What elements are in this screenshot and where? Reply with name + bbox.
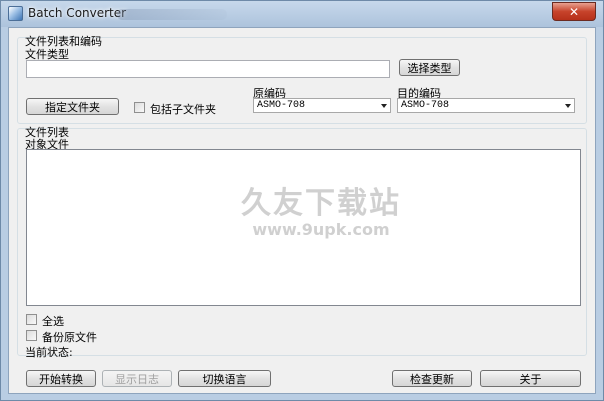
app-icon	[8, 6, 23, 21]
backup-original-label: 备份原文件	[42, 331, 97, 344]
about-button[interactable]: 关于	[480, 370, 581, 387]
select-all-checkbox[interactable]	[26, 314, 37, 325]
select-all-label: 全选	[42, 315, 64, 328]
show-log-button[interactable]: 显示日志	[102, 370, 172, 387]
select-type-button[interactable]: 选择类型	[399, 59, 460, 76]
chevron-down-icon	[565, 104, 571, 108]
watermark-main: 久友下载站	[241, 186, 401, 221]
watermark-sub: www.9upk.com	[252, 220, 390, 239]
close-icon: ✕	[568, 4, 580, 19]
target-encoding-select[interactable]: ASMO-708	[397, 98, 575, 113]
client-area: 文件列表和编码 文件类型 选择类型 原编码 目的编码 指定文件夹 包括子文件夹 …	[8, 27, 596, 394]
watermark: 久友下载站 www.9upk.com	[241, 178, 401, 239]
source-encoding-select[interactable]: ASMO-708	[253, 98, 391, 113]
include-subfolders-label: 包括子文件夹	[150, 103, 216, 116]
start-convert-button[interactable]: 开始转换	[26, 370, 96, 387]
file-type-input[interactable]	[26, 60, 390, 78]
title-bar[interactable]: Batch Converter ✕	[1, 1, 603, 27]
window-title: Batch Converter	[28, 6, 127, 20]
specify-folder-button[interactable]: 指定文件夹	[26, 98, 119, 115]
source-encoding-value: ASMO-708	[257, 100, 306, 111]
backup-original-checkbox[interactable]	[26, 330, 37, 341]
blurred-title-text	[117, 9, 227, 20]
switch-language-button[interactable]: 切换语言	[178, 370, 271, 387]
target-encoding-value: ASMO-708	[401, 100, 450, 111]
app-window: Batch Converter ✕ 文件列表和编码 文件类型 选择类型 原编码 …	[0, 0, 604, 401]
close-button[interactable]: ✕	[552, 2, 596, 21]
object-files-list[interactable]: 久友下载站 www.9upk.com	[26, 149, 581, 306]
check-update-button[interactable]: 检查更新	[392, 370, 472, 387]
status-label: 当前状态:	[25, 346, 73, 359]
chevron-down-icon	[381, 104, 387, 108]
include-subfolders-checkbox[interactable]	[134, 102, 145, 113]
